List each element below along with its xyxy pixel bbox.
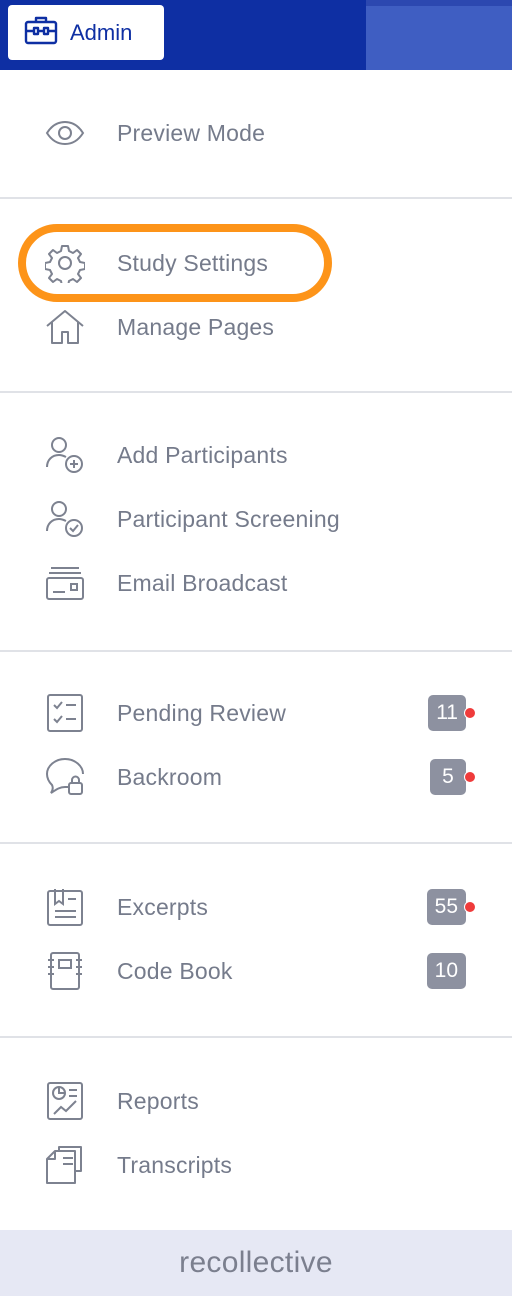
menu-item-code-book[interactable]: Code Book 10 (0, 941, 512, 1001)
menu-item-pending-review[interactable]: Pending Review 11 (0, 683, 512, 743)
top-bar: Admin (0, 0, 512, 70)
menu-item-label: Add Participants (117, 441, 288, 468)
alert-dot (464, 901, 476, 913)
chat-lock-icon (44, 756, 86, 798)
menu-item-label: Study Settings (117, 249, 269, 276)
menu-item-participant-screening[interactable]: Participant Screening (0, 489, 512, 549)
menu-item-email-broadcast[interactable]: Email Broadcast (0, 553, 512, 613)
gear-icon (44, 242, 86, 284)
top-bar-panel (366, 0, 512, 70)
menu-item-preview-mode[interactable]: Preview Mode (0, 103, 512, 163)
menu-item-label: Preview Mode (117, 119, 266, 146)
checklist-icon (44, 692, 86, 734)
section-divider (0, 1036, 512, 1038)
admin-button[interactable]: Admin (8, 5, 164, 60)
menu-item-label: Participant Screening (117, 505, 340, 532)
footer: recollective (0, 1230, 512, 1296)
menu-item-label: Transcripts (117, 1151, 233, 1178)
menu-item-label: Backroom (117, 763, 223, 790)
alert-dot (464, 771, 476, 783)
menu-item-backroom[interactable]: Backroom 5 (0, 747, 512, 807)
count-badge: 11 (428, 695, 466, 731)
menu-item-transcripts[interactable]: Transcripts (0, 1135, 512, 1195)
notebook-icon (44, 950, 86, 992)
documents-icon (44, 1144, 86, 1186)
menu-item-reports[interactable]: Reports (0, 1071, 512, 1131)
count-badge: 10 (426, 953, 466, 989)
mail-broadcast-icon (44, 562, 86, 604)
eye-icon (44, 112, 86, 154)
user-plus-icon (44, 434, 86, 476)
section-divider (0, 391, 512, 393)
menu-item-label: Reports (117, 1087, 199, 1114)
alert-dot (464, 707, 476, 719)
section-divider (0, 842, 512, 844)
user-check-icon (44, 498, 86, 540)
count-badge: 5 (430, 759, 466, 795)
menu-item-study-settings[interactable]: Study Settings (0, 233, 512, 293)
home-icon (44, 306, 86, 348)
report-chart-icon (44, 1080, 86, 1122)
menu-item-label: Code Book (117, 957, 233, 984)
menu-item-label: Email Broadcast (117, 569, 288, 596)
excerpt-icon (44, 886, 86, 928)
briefcase-icon (8, 15, 58, 50)
menu-item-label: Pending Review (117, 699, 287, 726)
section-divider (0, 650, 512, 652)
count-badge: 55 (426, 889, 466, 925)
menu-item-excerpts[interactable]: Excerpts 55 (0, 877, 512, 937)
section-divider (0, 197, 512, 199)
menu-item-manage-pages[interactable]: Manage Pages (0, 297, 512, 357)
menu-item-label: Excerpts (117, 893, 209, 920)
menu-item-label: Manage Pages (117, 313, 275, 340)
admin-label: Admin (70, 19, 133, 45)
menu-item-add-participants[interactable]: Add Participants (0, 425, 512, 485)
brand-logo: recollective (179, 1246, 333, 1279)
